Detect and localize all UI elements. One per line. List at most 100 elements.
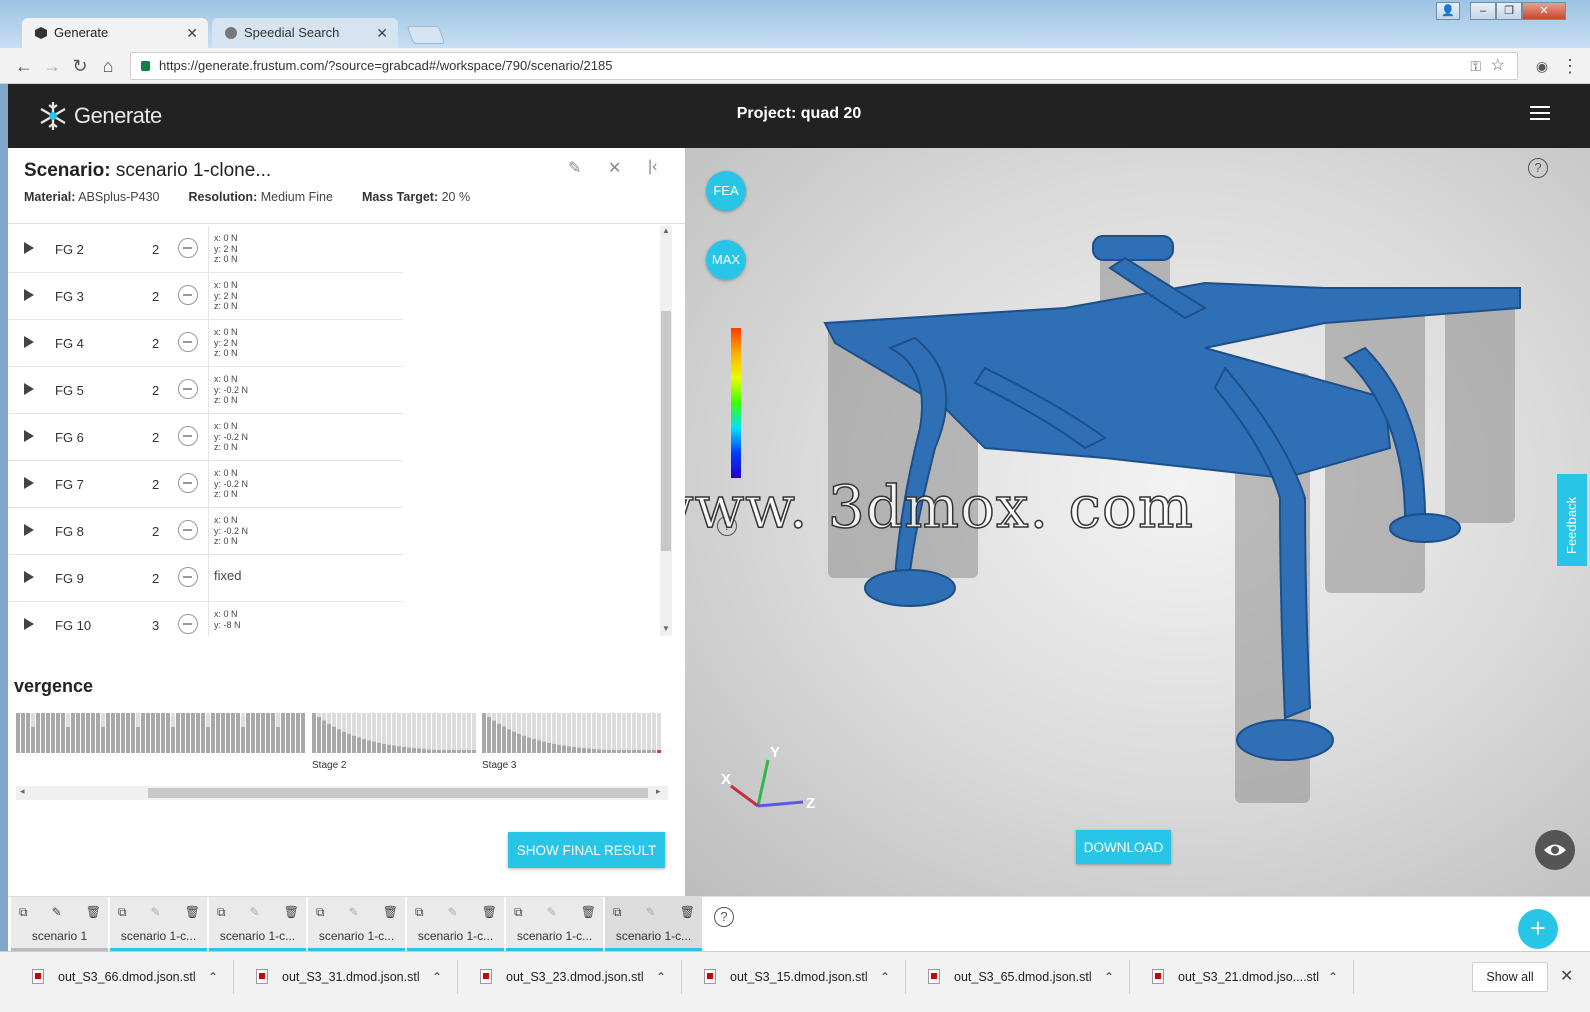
scenario-tab[interactable]: ⧉ ✎ 🗑 scenario 1 [11,897,108,952]
expand-arrow-icon[interactable] [24,571,34,583]
hamburger-icon[interactable] [1530,106,1550,122]
expand-arrow-icon[interactable] [24,289,34,301]
new-tab-button[interactable] [406,26,446,44]
copy-icon[interactable]: ⧉ [613,905,622,919]
trash-icon[interactable]: 🗑 [680,905,695,919]
extension-icon[interactable]: ◉ [1530,54,1554,78]
list-item[interactable]: FG 3 2 x: 0 Ny: 2 Nz: 0 N [8,273,403,320]
list-item[interactable]: FG 6 2 x: 0 Ny: -0.2 Nz: 0 N [8,414,403,461]
copy-icon[interactable]: ⧉ [19,905,28,919]
horizontal-scrollbar[interactable]: ◂ ▸ [16,786,668,800]
list-item[interactable]: FG 5 2 x: 0 Ny: -0.2 Nz: 0 N [8,367,403,414]
list-item[interactable]: FG 9 2 fixed [8,555,403,602]
remove-circle-icon[interactable] [178,332,198,352]
collapse-left-icon[interactable]: |‹ [648,158,657,176]
reload-icon[interactable]: ↻ [68,54,92,78]
download-button[interactable]: DOWNLOAD [1076,830,1171,864]
trash-icon[interactable]: 🗑 [581,905,596,919]
chevron-up-icon[interactable]: ⌃ [880,960,890,994]
remove-circle-icon[interactable] [178,520,198,540]
remove-circle-icon[interactable] [178,426,198,446]
max-button[interactable]: MAX [706,240,746,280]
remove-circle-icon[interactable] [178,567,198,587]
download-item[interactable]: out_S3_21.dmod.jso....stl ⌃ [1130,960,1354,994]
browser-tab-generate[interactable]: Generate ✕ [22,18,208,48]
scenario-tab[interactable]: ⧉ ✎ 🗑 scenario 1-c... [209,897,306,952]
browser-menu-icon[interactable]: ⋮ [1558,54,1582,78]
back-icon[interactable]: ← [12,54,36,78]
remove-circle-icon[interactable] [178,473,198,493]
chevron-up-icon[interactable]: ⌃ [208,960,218,994]
chevron-up-icon[interactable]: ⌃ [656,960,666,994]
window-close-button[interactable]: ✕ [1522,2,1566,20]
download-item[interactable]: out_S3_15.dmod.json.stl ⌃ [682,960,906,994]
scenario-tab[interactable]: ⧉ ✎ 🗑 scenario 1-c... [308,897,405,952]
key-icon[interactable]: ⚿ [1470,53,1481,79]
download-item[interactable]: out_S3_31.dmod.json.stl ⌃ [234,960,458,994]
list-item[interactable]: FG 4 2 x: 0 Ny: 2 Nz: 0 N [8,320,403,367]
close-downloads-icon[interactable]: ✕ [1560,966,1573,986]
viewport-help-icon[interactable]: ? [1528,158,1548,178]
chevron-up-icon[interactable]: ⌃ [1328,960,1338,994]
scenario-tab[interactable]: ⧉ ✎ 🗑 scenario 1-c... [506,897,603,952]
browser-tab-speedial[interactable]: Speedial Search ✕ [212,18,398,48]
expand-arrow-icon[interactable] [24,430,34,442]
pencil-icon[interactable]: ✎ [52,905,62,919]
list-item[interactable]: FG 2 2 x: 0 Ny: 2 Nz: 0 N [8,226,403,273]
scenario-help-icon[interactable]: ? [714,907,734,927]
remove-circle-icon[interactable] [178,379,198,399]
feedback-tab[interactable]: Feedback [1557,474,1587,566]
chevron-up-icon[interactable]: ⌃ [432,960,442,994]
copy-icon[interactable]: ⧉ [217,905,226,919]
address-bar[interactable]: https://generate.frustum.com/?source=gra… [130,52,1518,80]
list-scrollbar[interactable]: ▲ ▼ [660,226,672,636]
copy-icon[interactable]: ⧉ [514,905,523,919]
show-all-button[interactable]: Show all [1472,962,1548,992]
close-icon[interactable]: ✕ [608,158,621,178]
scenario-tab[interactable]: ⧉ ✎ 🗑 scenario 1-c... [605,897,702,952]
minimize-button[interactable]: ‒ [1470,2,1496,20]
bookmark-star-icon[interactable]: ☆ [1491,53,1505,79]
scenario-tab[interactable]: ⧉ ✎ 🗑 scenario 1-c... [407,897,504,952]
trash-icon[interactable]: 🗑 [185,905,200,919]
fea-button[interactable]: FEA [706,171,746,211]
trash-icon[interactable]: 🗑 [383,905,398,919]
maximize-button[interactable]: ❐ [1496,2,1522,20]
copy-icon[interactable]: ⧉ [118,905,127,919]
expand-arrow-icon[interactable] [24,477,34,489]
scroll-down-arrow-icon[interactable]: ▼ [662,624,670,633]
scrollbar-thumb[interactable] [661,311,671,551]
trash-icon[interactable]: 🗑 [284,905,299,919]
scenario-tab[interactable]: ⧉ ✎ 🗑 scenario 1-c... [110,897,207,952]
scroll-up-arrow-icon[interactable]: ▲ [662,226,670,235]
chevron-up-icon[interactable]: ⌃ [1104,960,1114,994]
expand-arrow-icon[interactable] [24,383,34,395]
scrollbar-thumb[interactable] [148,788,648,798]
model-viewport[interactable]: FEA MAX ? ? 莫西网www. 3dmox. com Y X Z DOW… [685,148,1590,896]
user-icon[interactable]: 👤 [1436,2,1460,20]
download-item[interactable]: out_S3_23.dmod.json.stl ⌃ [458,960,682,994]
tab-close-icon[interactable]: ✕ [376,18,388,48]
remove-circle-icon[interactable] [178,238,198,258]
copy-icon[interactable]: ⧉ [415,905,424,919]
expand-arrow-icon[interactable] [24,336,34,348]
expand-arrow-icon[interactable] [24,242,34,254]
add-scenario-button[interactable]: + [1518,909,1558,949]
edit-pencil-icon[interactable]: ✎ [568,158,581,178]
show-final-result-button[interactable]: SHOW FINAL RESULT [508,832,665,868]
expand-arrow-icon[interactable] [24,524,34,536]
download-item[interactable]: out_S3_66.dmod.json.stl ⌃ [10,960,234,994]
tab-close-icon[interactable]: ✕ [186,18,198,48]
remove-circle-icon[interactable] [178,285,198,305]
remove-circle-icon[interactable] [178,614,198,634]
list-item[interactable]: FG 10 3 x: 0 Ny: -8 N [8,602,403,636]
forward-icon[interactable]: → [40,54,64,78]
expand-arrow-icon[interactable] [24,618,34,630]
scroll-left-arrow-icon[interactable]: ◂ [20,786,25,797]
home-icon[interactable]: ⌂ [96,54,120,78]
trash-icon[interactable]: 🗑 [482,905,497,919]
list-item[interactable]: FG 7 2 x: 0 Ny: -0.2 Nz: 0 N [8,461,403,508]
list-item[interactable]: FG 8 2 x: 0 Ny: -0.2 Nz: 0 N [8,508,403,555]
trash-icon[interactable]: 🗑 [86,905,101,919]
download-item[interactable]: out_S3_65.dmod.json.stl ⌃ [906,960,1130,994]
